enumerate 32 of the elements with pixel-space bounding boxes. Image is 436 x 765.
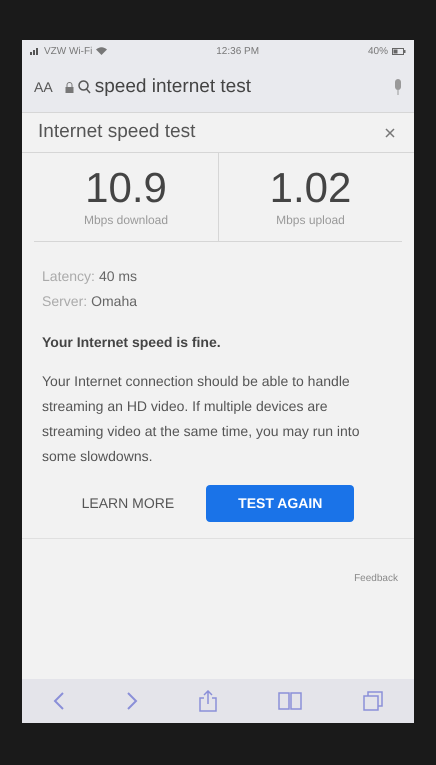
detail-label: Latency: — [42, 267, 95, 286]
speed-unit-label: Mbps download — [84, 212, 168, 229]
forward-icon[interactable] — [126, 692, 138, 710]
carrier-label: VZW Wi-Fi — [44, 44, 92, 58]
close-icon — [385, 128, 395, 138]
feedback-link[interactable]: Feedback — [354, 571, 398, 586]
search-icon — [78, 80, 91, 94]
share-icon[interactable] — [198, 690, 217, 712]
description-text: Your Internet connection should be able to handle streaming an HD video. If multiple devices are streaming video at the same time, you may run into some slowdowns. — [41, 372, 360, 466]
tabs-icon[interactable] — [363, 691, 384, 711]
lock-icon — [64, 82, 74, 92]
detail-value: 40 ms — [98, 267, 138, 286]
back-icon[interactable] — [52, 692, 65, 710]
speed-value: 1.02 — [270, 165, 352, 211]
detail-label: Server: — [42, 292, 88, 311]
test-again-button[interactable]: TEST AGAIN — [206, 485, 354, 522]
microphone-icon[interactable] — [394, 79, 402, 95]
detail-value: Omaha — [91, 292, 138, 311]
battery-icon — [392, 48, 406, 54]
clock-time: 12:36 PM — [216, 44, 260, 58]
book-icon[interactable] — [278, 692, 302, 710]
speed-value: 10.9 — [85, 165, 167, 211]
address-text: speed internet test — [94, 74, 252, 99]
battery-percent: 40% — [368, 44, 388, 58]
signal-icon — [30, 47, 40, 55]
card-title: Internet speed test — [38, 120, 196, 144]
speed-unit-label: Mbps upload — [276, 212, 345, 229]
verdict-text: Your Internet speed is fine. — [41, 333, 222, 352]
wifi-icon — [96, 47, 108, 55]
learn-more-button[interactable]: LEARN MORE — [82, 485, 174, 522]
address-bar[interactable]: speed internet test — [64, 72, 382, 102]
text-size-button[interactable]: AA — [34, 76, 53, 98]
